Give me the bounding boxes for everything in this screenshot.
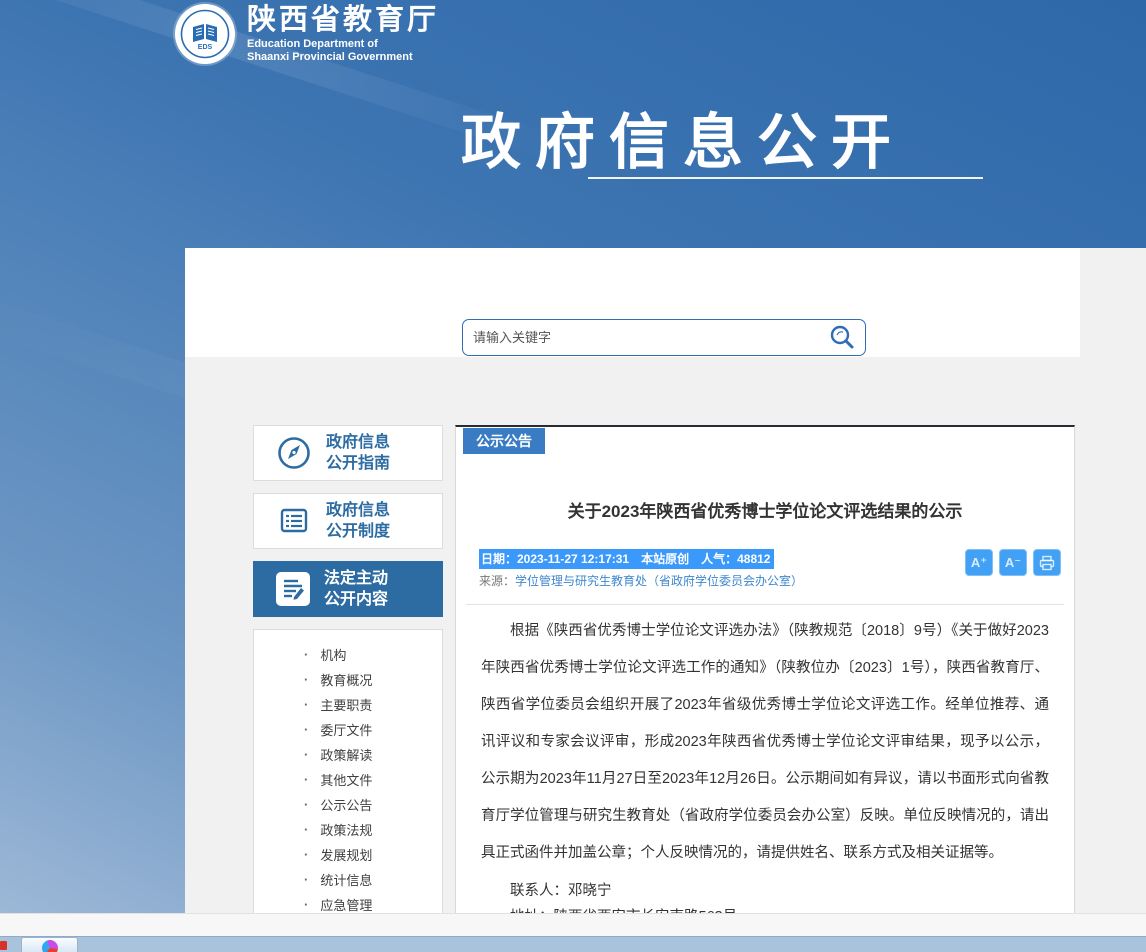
bullet-icon: · — [304, 797, 308, 812]
page-title: 政府信息公开 — [461, 94, 905, 181]
article-paragraph: 根据《陕西省优秀博士学位论文评选办法》（陕教规范〔2018〕9号）《关于做好20… — [481, 613, 1049, 872]
sidebar-item-label: 政府信息 公开制度 — [326, 500, 390, 542]
bullet-icon: · — [304, 747, 308, 762]
sidebar-list-item-label: 发展规划 — [320, 845, 372, 864]
site-header: EDS 陕西省教育厅 Education Department of Shaan… — [175, 4, 439, 64]
sidebar-item-disclosure-guide[interactable]: 政府信息 公开指南 — [253, 425, 443, 481]
article-body: 根据《陕西省优秀博士学位论文评选办法》（陕教规范〔2018〕9号）《关于做好20… — [481, 613, 1049, 913]
sidebar-list-item-label: 机构 — [320, 645, 346, 664]
sidebar-list-item-label: 应急管理 — [320, 895, 372, 913]
sidebar-item-disclosure-system[interactable]: 政府信息 公开制度 — [253, 493, 443, 549]
bullet-icon: · — [304, 822, 308, 837]
bullet-icon: · — [304, 722, 308, 737]
ledger-icon — [276, 503, 312, 539]
bullet-icon: · — [304, 647, 308, 662]
sidebar-list-item[interactable]: · 委厅文件 — [254, 717, 442, 742]
search-box — [462, 319, 866, 356]
contact-line: 联系人：邓晓宁 — [481, 878, 1049, 904]
bullet-icon: · — [304, 672, 308, 687]
sidebar-list-item[interactable]: · 教育概况 — [254, 667, 442, 692]
bullet-icon: · — [304, 847, 308, 862]
compass-icon — [276, 435, 312, 471]
sidebar-list-item-label: 公示公告 — [320, 795, 372, 814]
font-toolbar: A⁺ A⁻ — [965, 549, 1061, 576]
sidebar-list-item[interactable]: · 应急管理 — [254, 892, 442, 913]
search-input[interactable] — [463, 320, 865, 355]
bullet-icon: · — [304, 897, 308, 912]
printer-icon — [1039, 555, 1055, 571]
sidebar-item-statutory-disclosure[interactable]: 法定主动 公开内容 — [253, 561, 443, 617]
sidebar-list: · 机构 · 教育概况 · 主要职责 · 委厅文件 · 政策解读 · 其他文件 … — [253, 629, 443, 913]
font-increase-button[interactable]: A⁺ — [965, 549, 993, 576]
bullet-icon: · — [304, 697, 308, 712]
article-meta: 日期：2023-11-27 12:17:31 本站原创 人气：48812 来源：… — [479, 549, 1061, 589]
clipboard-pencil-icon — [276, 572, 310, 606]
sidebar-list-item[interactable]: · 主要职责 — [254, 692, 442, 717]
article-title: 关于2023年陕西省优秀博士学位论文评选结果的公示 — [476, 497, 1054, 522]
sidebar-list-item-label: 教育概况 — [320, 670, 372, 689]
education-department-seal-icon: EDS — [177, 6, 233, 62]
taskbar-app-icon-red[interactable] — [0, 941, 7, 950]
search-icon[interactable] — [827, 323, 857, 353]
site-name-en: Education Department of Shaanxi Provinci… — [247, 38, 439, 64]
sidebar-list-item[interactable]: · 机构 — [254, 642, 442, 667]
taskbar — [0, 936, 1146, 952]
sidebar-list-item[interactable]: · 政策法规 — [254, 817, 442, 842]
contact-block: 联系人：邓晓宁地址：陕西省西安市长安南路563号邮编：710061电话：029-… — [481, 878, 1049, 913]
sidebar-list-item-label: 政策法规 — [320, 820, 372, 839]
article-panel: 公示公告 关于2023年陕西省优秀博士学位论文评选结果的公示 日期：2023-1… — [455, 425, 1075, 913]
print-button[interactable] — [1033, 549, 1061, 576]
bullet-icon: · — [304, 772, 308, 787]
sidebar-list-item-label: 其他文件 — [320, 770, 372, 789]
sidebar-list-item-label: 委厅文件 — [320, 720, 372, 739]
sidebar: 政府信息 公开指南 政府信息 公开制度 — [253, 425, 443, 913]
sidebar-list-item[interactable]: · 统计信息 — [254, 867, 442, 892]
sidebar-list-item-label: 政策解读 — [320, 745, 372, 764]
contact-line: 地址：陕西省西安市长安南路563号 — [481, 904, 1049, 913]
meta-divider — [466, 604, 1064, 605]
sidebar-list-item[interactable]: · 其他文件 — [254, 767, 442, 792]
article-date-views: 日期：2023-11-27 12:17:31 本站原创 人气：48812 — [479, 549, 774, 569]
browser-logo-icon — [42, 940, 58, 952]
main-container: 政府信息 公开指南 政府信息 公开制度 — [185, 248, 1146, 913]
tab-public-notice[interactable]: 公示公告 — [463, 428, 545, 454]
banner-underline — [588, 177, 983, 179]
taskbar-browser-button[interactable] — [21, 937, 78, 952]
sidebar-item-label: 政府信息 公开指南 — [326, 432, 390, 474]
sidebar-list-item[interactable]: · 发展规划 — [254, 842, 442, 867]
source-link[interactable]: 学位管理与研究生教育处（省政府学位委员会办公室） — [515, 574, 803, 588]
sidebar-list-item-label: 主要职责 — [320, 695, 372, 714]
font-decrease-button[interactable]: A⁻ — [999, 549, 1027, 576]
svg-text:EDS: EDS — [198, 44, 213, 51]
sidebar-list-item[interactable]: · 政策解读 — [254, 742, 442, 767]
site-logo-icon[interactable]: EDS — [175, 4, 235, 64]
bottom-strip — [0, 913, 1146, 936]
article-source: 来源：学位管理与研究生教育处（省政府学位委员会办公室） — [479, 572, 803, 589]
sidebar-item-label: 法定主动 公开内容 — [324, 568, 388, 610]
site-name-cn: 陕西省教育厅 — [247, 5, 439, 35]
bullet-icon: · — [304, 872, 308, 887]
sidebar-list-item[interactable]: · 公示公告 — [254, 792, 442, 817]
sidebar-list-item-label: 统计信息 — [320, 870, 372, 889]
